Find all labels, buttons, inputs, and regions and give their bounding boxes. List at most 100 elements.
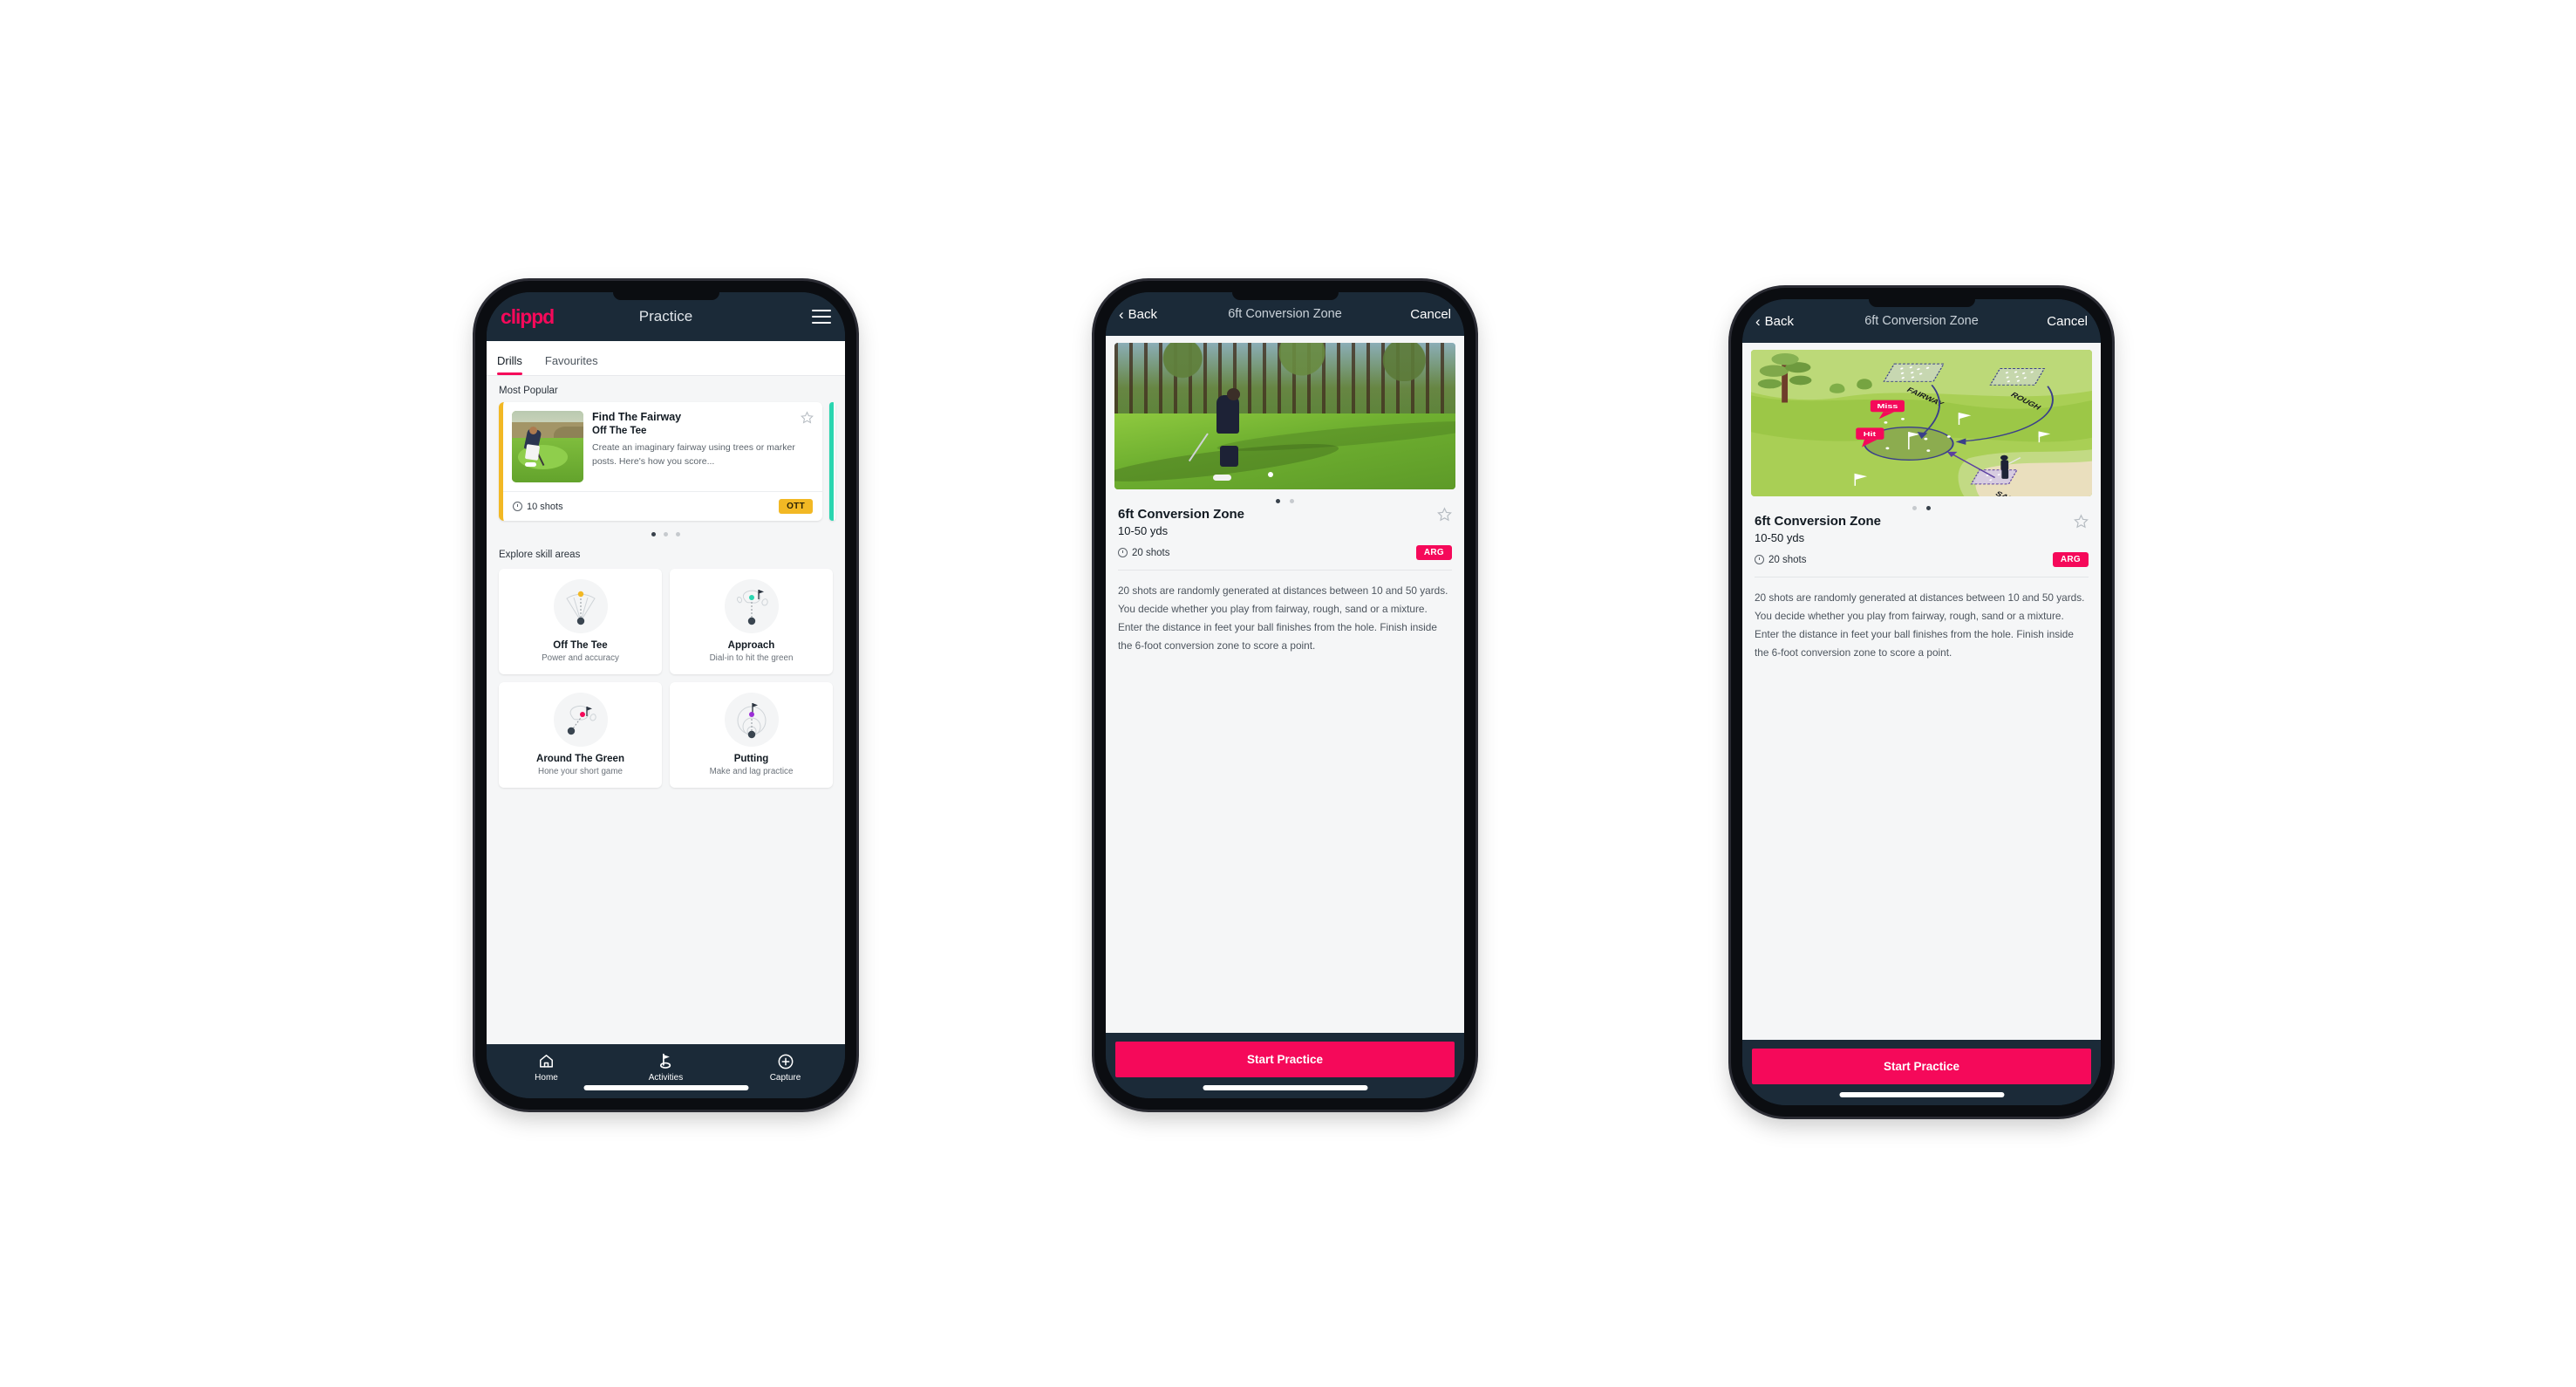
cancel-button[interactable]: Cancel bbox=[1410, 307, 1451, 322]
drill-title: 6ft Conversion Zone bbox=[1755, 514, 1882, 529]
skill-name: Putting bbox=[733, 754, 769, 764]
home-indicator bbox=[583, 1085, 749, 1090]
tab-drills[interactable]: Drills bbox=[497, 354, 533, 375]
nav-item-home[interactable]: Home bbox=[487, 1052, 606, 1083]
star-outline-icon[interactable] bbox=[2074, 514, 2089, 529]
skill-name: Off The Tee bbox=[553, 640, 608, 651]
carousel-dot-1[interactable] bbox=[1912, 506, 1917, 510]
carousel-dot-1[interactable] bbox=[1276, 499, 1280, 503]
drill-tag-badge: ARG bbox=[2052, 552, 2089, 567]
drill-card-find-the-fairway[interactable]: Find The Fairway Off The Tee Create an i… bbox=[499, 402, 822, 521]
home-indicator bbox=[1838, 1092, 2005, 1097]
drill-description: 20 shots are randomly generated at dista… bbox=[1755, 591, 2085, 659]
clock-icon bbox=[1755, 555, 1764, 564]
start-practice-button[interactable]: Start Practice bbox=[1752, 1049, 2091, 1084]
skill-desc: Make and lag practice bbox=[709, 767, 794, 776]
clock-icon bbox=[1118, 548, 1128, 557]
skill-areas-grid: Off The Tee Power and accuracy Approach … bbox=[487, 566, 845, 800]
golf-hole-diagram[interactable]: FAIRWAY ROUGH Miss Hit bbox=[1751, 350, 2092, 496]
drill-thumbnail bbox=[512, 411, 583, 482]
drill-shots-label: 10 shots bbox=[527, 501, 563, 512]
home-indicator bbox=[1202, 1085, 1368, 1090]
nav-item-activities[interactable]: Activities bbox=[606, 1052, 726, 1083]
drill-carousel[interactable]: Find The Fairway Off The Tee Create an i… bbox=[487, 402, 845, 521]
star-outline-icon[interactable] bbox=[801, 411, 814, 424]
skill-desc: Power and accuracy bbox=[542, 653, 619, 663]
chevron-left-icon: ‹ bbox=[1119, 305, 1124, 323]
phone-drill-detail-diagram: ‹ Back 6ft Conversion Zone Cancel FAIRWA… bbox=[1731, 288, 2112, 1117]
nav-label: Home bbox=[535, 1073, 558, 1083]
carousel-dot-1[interactable] bbox=[651, 532, 656, 536]
drill-title: 6ft Conversion Zone bbox=[1118, 507, 1245, 522]
skill-desc: Hone your short game bbox=[538, 767, 623, 776]
device-notch bbox=[1231, 292, 1339, 300]
tab-bar: Drills Favourites bbox=[487, 341, 845, 376]
drill-distance: 10-50 yds bbox=[1118, 524, 1169, 537]
tee-fan-icon bbox=[553, 579, 608, 633]
device-notch bbox=[1868, 299, 1975, 307]
drill-shots: 20 shots bbox=[1755, 555, 1806, 565]
device-notch bbox=[612, 292, 719, 300]
drill-shots-label: 20 shots bbox=[1132, 547, 1170, 558]
tab-favourites[interactable]: Favourites bbox=[545, 354, 609, 375]
back-button[interactable]: ‹ Back bbox=[1755, 314, 1794, 329]
start-practice-button[interactable]: Start Practice bbox=[1115, 1042, 1455, 1077]
drill-distance: 10-50 yds bbox=[1755, 531, 1805, 544]
hole-diagram-svg: FAIRWAY ROUGH Miss Hit bbox=[1751, 350, 2092, 496]
carousel-dots[interactable] bbox=[1106, 489, 1464, 505]
approach-green-icon bbox=[724, 579, 779, 633]
drill-shots-label: 20 shots bbox=[1768, 554, 1807, 565]
drill-detail-header: 6ft Conversion Zone 10-50 yds 20 shots A… bbox=[1106, 505, 1464, 560]
detail-scroll-area[interactable]: 6ft Conversion Zone 10-50 yds 20 shots A… bbox=[1106, 336, 1464, 1033]
chip-green-icon bbox=[553, 693, 608, 747]
drill-shots: 20 shots bbox=[1118, 548, 1169, 558]
skill-card-off-the-tee[interactable]: Off The Tee Power and accuracy bbox=[499, 569, 662, 674]
svg-text:Miss: Miss bbox=[1877, 403, 1898, 410]
chevron-left-icon: ‹ bbox=[1755, 312, 1761, 330]
drill-card-next-peek[interactable] bbox=[829, 402, 835, 521]
putting-rings-icon bbox=[724, 693, 779, 747]
back-label: Back bbox=[1128, 306, 1158, 322]
carousel-dots[interactable] bbox=[1742, 496, 2101, 512]
carousel-dot-3[interactable] bbox=[676, 532, 680, 536]
drill-description: Create an imaginary fairway using trees … bbox=[592, 442, 795, 467]
skill-areas-label: Explore skill areas bbox=[499, 550, 581, 560]
drill-shots: 10 shots bbox=[513, 502, 563, 512]
skill-name: Approach bbox=[727, 640, 775, 651]
cancel-button[interactable]: Cancel bbox=[2047, 314, 2088, 329]
hamburger-icon[interactable] bbox=[812, 310, 831, 324]
nav-label: Activities bbox=[648, 1073, 684, 1083]
clippd-logo[interactable]: clippd bbox=[501, 306, 555, 327]
home-icon bbox=[487, 1052, 606, 1070]
plus-circle-icon bbox=[726, 1052, 845, 1070]
nav-item-capture[interactable]: Capture bbox=[726, 1052, 845, 1083]
skill-card-putting[interactable]: Putting Make and lag practice bbox=[670, 682, 833, 788]
skill-card-approach[interactable]: Approach Dial-in to hit the green bbox=[670, 569, 833, 674]
carousel-dot-2[interactable] bbox=[1926, 506, 1931, 510]
drill-tag-badge: ARG bbox=[1415, 545, 1452, 560]
phone-practice-list: clippd Practice Drills Favourites Most P… bbox=[475, 281, 856, 1110]
drill-description: 20 shots are randomly generated at dista… bbox=[1118, 584, 1448, 652]
phone-drill-detail-photo: ‹ Back 6ft Conversion Zone Cancel 6ft Co… bbox=[1094, 281, 1475, 1110]
drill-title: Find The Fairway bbox=[592, 411, 682, 423]
carousel-dots[interactable] bbox=[487, 521, 845, 540]
screenshot-canvas: clippd Practice Drills Favourites Most P… bbox=[0, 0, 2576, 1387]
drill-detail-header: 6ft Conversion Zone 10-50 yds 20 shots A… bbox=[1742, 512, 2101, 567]
nav-label: Capture bbox=[769, 1073, 801, 1083]
drill-photo[interactable] bbox=[1114, 343, 1455, 489]
drill-tag-badge: OTT bbox=[779, 499, 813, 514]
clock-icon bbox=[513, 502, 522, 511]
skill-desc: Dial-in to hit the green bbox=[709, 653, 794, 663]
skill-card-around-the-green[interactable]: Around The Green Hone your short game bbox=[499, 682, 662, 788]
svg-text:Hit: Hit bbox=[1864, 430, 1876, 437]
carousel-dot-2[interactable] bbox=[664, 532, 668, 536]
back-label: Back bbox=[1764, 313, 1795, 329]
golf-flag-icon bbox=[606, 1052, 726, 1070]
back-button[interactable]: ‹ Back bbox=[1119, 307, 1157, 322]
skill-name: Around The Green bbox=[536, 754, 624, 764]
star-outline-icon[interactable] bbox=[1437, 507, 1452, 522]
most-popular-label: Most Popular bbox=[499, 386, 558, 396]
carousel-dot-2[interactable] bbox=[1290, 499, 1294, 503]
detail-scroll-area[interactable]: FAIRWAY ROUGH Miss Hit 6ft Conversion Zo… bbox=[1742, 343, 2101, 1040]
practice-scroll-area[interactable]: Most Popular Find The Fairway Off The Te… bbox=[487, 376, 845, 1044]
